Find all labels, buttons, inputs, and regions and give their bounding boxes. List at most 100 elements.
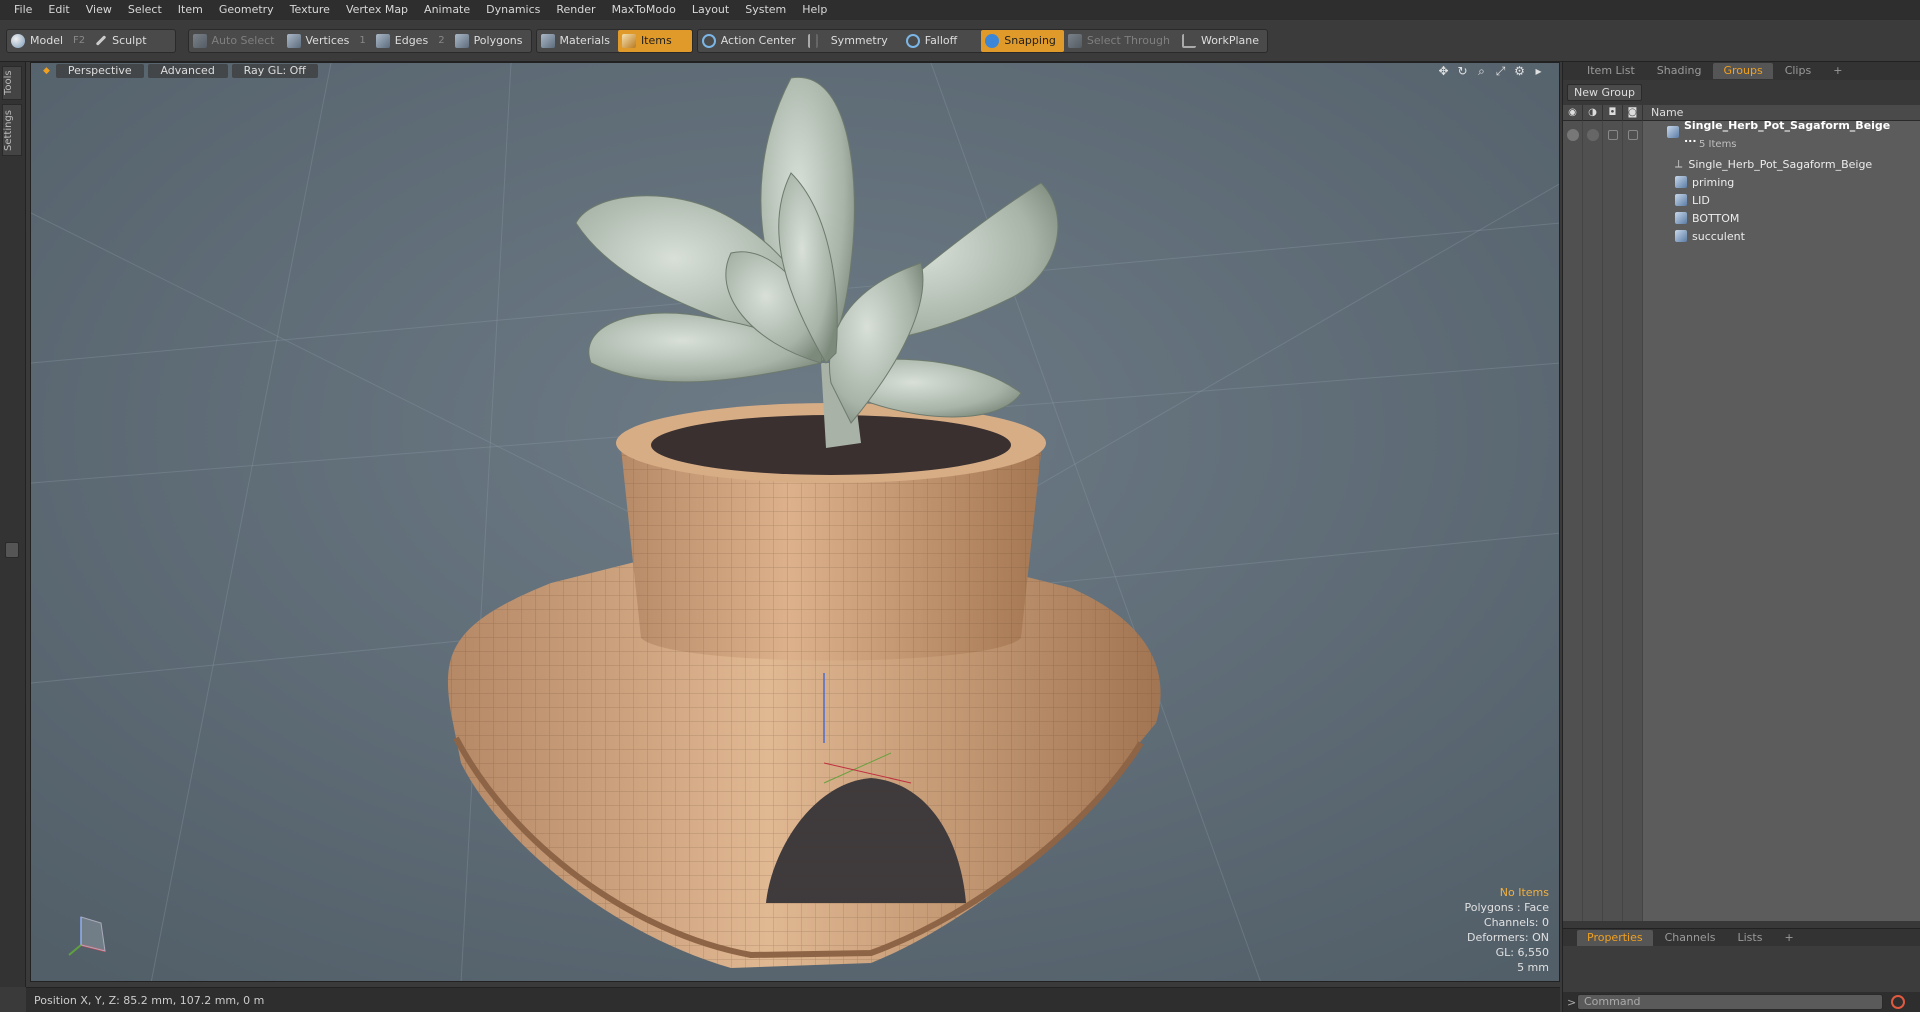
viewport-stats: No Items Polygons : Face Channels: 0 Def… bbox=[1464, 885, 1549, 975]
play-icon[interactable]: ▸ bbox=[1532, 64, 1545, 78]
tree-row-bottom[interactable]: BOTTOM bbox=[1675, 209, 1906, 227]
render-column-icon[interactable]: ◑ bbox=[1583, 104, 1603, 121]
menu-geometry[interactable]: Geometry bbox=[211, 0, 282, 20]
polygons-button[interactable]: Polygons bbox=[451, 30, 531, 52]
sculpt-button[interactable]: Sculpt bbox=[91, 30, 174, 52]
3d-viewport[interactable]: ◆ Perspective Advanced Ray GL: Off ✥ ↻ ⌕… bbox=[30, 62, 1560, 982]
snapping-button[interactable]: Snapping bbox=[981, 29, 1064, 52]
workplane-button[interactable]: WorkPlane bbox=[1178, 30, 1267, 52]
tab-item-list[interactable]: Item List bbox=[1577, 63, 1645, 79]
select-through-button[interactable]: Select Through bbox=[1064, 30, 1178, 52]
name-column-header[interactable]: Name bbox=[1643, 106, 1683, 119]
menu-edit[interactable]: Edit bbox=[40, 0, 77, 20]
raygl-dropdown[interactable]: Ray GL: Off bbox=[231, 64, 318, 78]
menu-select[interactable]: Select bbox=[120, 0, 170, 20]
tab-add-bottom[interactable]: + bbox=[1774, 930, 1803, 946]
fit-icon[interactable]: ⤢ bbox=[1494, 64, 1507, 78]
workplane-label: WorkPlane bbox=[1200, 34, 1259, 47]
items-button[interactable]: Items bbox=[617, 29, 692, 52]
mesh-icon bbox=[1675, 194, 1687, 206]
gear-icon[interactable]: ⚙ bbox=[1513, 64, 1526, 78]
menu-system[interactable]: System bbox=[737, 0, 794, 20]
tab-lists[interactable]: Lists bbox=[1728, 930, 1773, 946]
vertices-key: 1 bbox=[359, 35, 366, 46]
menu-help[interactable]: Help bbox=[794, 0, 835, 20]
new-group-button[interactable]: New Group bbox=[1567, 84, 1642, 101]
selection-group: Auto Select Vertices 1 Edges 2 Polygons bbox=[187, 28, 532, 53]
menu-maxtomodo[interactable]: MaxToModo bbox=[604, 0, 684, 20]
materials-button[interactable]: Materials bbox=[537, 30, 618, 52]
menu-item[interactable]: Item bbox=[170, 0, 211, 20]
auto-select-button[interactable]: Auto Select bbox=[189, 30, 283, 52]
tree-row-priming[interactable]: priming bbox=[1675, 173, 1906, 191]
pan-icon[interactable]: ✥ bbox=[1437, 64, 1450, 78]
lock-column-icon[interactable]: ◘ bbox=[1603, 104, 1623, 121]
tab-properties[interactable]: Properties bbox=[1577, 929, 1653, 946]
command-input[interactable]: Command bbox=[1577, 994, 1883, 1010]
strip-handle-icon[interactable] bbox=[5, 542, 19, 558]
action-center-icon bbox=[701, 33, 716, 48]
view-advanced-dropdown[interactable]: Advanced bbox=[147, 64, 228, 78]
group-icon bbox=[1667, 126, 1679, 138]
edges-button[interactable]: Edges bbox=[372, 30, 436, 52]
materials-group: Materials Items bbox=[535, 28, 693, 53]
menu-render[interactable]: Render bbox=[548, 0, 603, 20]
viewport-nav-icons: ✥ ↻ ⌕ ⤢ ⚙ ▸ bbox=[1431, 63, 1545, 79]
model-sphere-icon bbox=[11, 33, 25, 48]
view-perspective-dropdown[interactable]: Perspective bbox=[55, 64, 144, 78]
root-render-toggle[interactable] bbox=[1587, 129, 1599, 141]
snapping-icon bbox=[985, 33, 1000, 48]
rotate-icon[interactable]: ↻ bbox=[1456, 64, 1469, 78]
tab-groups[interactable]: Groups bbox=[1713, 63, 1773, 79]
menu-view[interactable]: View bbox=[78, 0, 120, 20]
command-bar: > Command bbox=[1563, 992, 1920, 1012]
left-tool-strip: Tools Settings bbox=[0, 62, 26, 987]
command-history-icon[interactable] bbox=[1891, 995, 1905, 1009]
mesh-icon bbox=[1675, 230, 1687, 242]
viewport-header: ◆ Perspective Advanced Ray GL: Off bbox=[31, 63, 1559, 79]
menu-file[interactable]: File bbox=[6, 0, 40, 20]
sculpt-brush-icon bbox=[95, 35, 107, 46]
materials-icon bbox=[540, 33, 555, 48]
select-column-icon[interactable]: ◙ bbox=[1623, 104, 1643, 121]
menu-layout[interactable]: Layout bbox=[684, 0, 737, 20]
viewport-scene[interactable] bbox=[31, 63, 1560, 982]
tree-row-lid[interactable]: LID bbox=[1675, 191, 1906, 209]
root-visibility-toggle[interactable] bbox=[1567, 129, 1579, 141]
command-prompt-icon: > bbox=[1567, 995, 1577, 1009]
stat-items: No Items bbox=[1499, 886, 1549, 899]
new-group-row: New Group bbox=[1563, 80, 1920, 101]
properties-area bbox=[1563, 946, 1920, 992]
tab-add[interactable]: + bbox=[1823, 63, 1852, 79]
auto-select-label: Auto Select bbox=[211, 34, 275, 47]
mesh-locator-icon: ⟂ bbox=[1675, 157, 1683, 170]
tree-row-succulent[interactable]: succulent bbox=[1675, 227, 1906, 245]
model-button[interactable]: Model bbox=[7, 30, 71, 52]
root-lock-toggle[interactable] bbox=[1608, 130, 1618, 140]
tab-clips[interactable]: Clips bbox=[1775, 63, 1822, 79]
symmetry-button[interactable]: Symmetry bbox=[804, 30, 902, 52]
tree-column-visibility bbox=[1563, 121, 1583, 921]
viewport-menu-icon[interactable]: ◆ bbox=[43, 66, 50, 76]
vertices-button[interactable]: Vertices bbox=[283, 30, 358, 52]
tools-tab[interactable]: Tools bbox=[2, 66, 22, 100]
visibility-column-icon[interactable]: ◉ bbox=[1563, 104, 1583, 121]
zoom-icon[interactable]: ⌕ bbox=[1475, 64, 1488, 78]
vertices-label: Vertices bbox=[305, 34, 350, 47]
root-select-toggle[interactable] bbox=[1628, 130, 1638, 140]
menu-vertex-map[interactable]: Vertex Map bbox=[338, 0, 416, 20]
menu-dynamics[interactable]: Dynamics bbox=[478, 0, 548, 20]
tab-shading[interactable]: Shading bbox=[1647, 63, 1712, 79]
falloff-button[interactable]: Falloff bbox=[902, 30, 981, 52]
polygons-label: Polygons bbox=[473, 34, 523, 47]
tree-column-select bbox=[1623, 121, 1643, 921]
tree-row-mesh[interactable]: ⟂ Single_Herb_Pot_Sagaform_Beige bbox=[1675, 155, 1906, 173]
settings-tab[interactable]: Settings bbox=[2, 104, 22, 156]
action-center-button[interactable]: Action Center bbox=[698, 30, 804, 52]
tab-channels[interactable]: Channels bbox=[1655, 930, 1726, 946]
mesh-icon bbox=[1675, 176, 1687, 188]
materials-label: Materials bbox=[559, 34, 610, 47]
symmetry-label: Symmetry bbox=[830, 34, 888, 47]
menu-animate[interactable]: Animate bbox=[416, 0, 478, 20]
menu-texture[interactable]: Texture bbox=[282, 0, 338, 20]
